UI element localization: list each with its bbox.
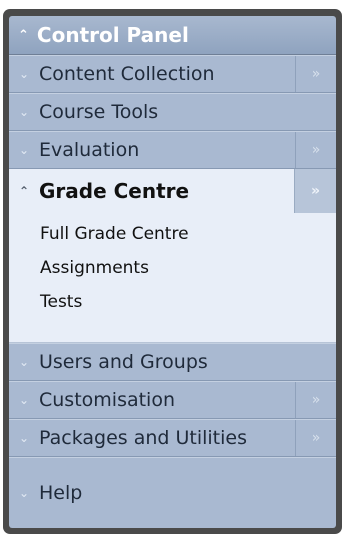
chevron-up-double-icon: ⌃ bbox=[18, 27, 29, 43]
control-panel-header[interactable]: ⌃ Control Panel bbox=[9, 16, 336, 55]
menu-item-label: Course Tools bbox=[39, 101, 159, 123]
control-panel: ⌃ Control Panel ⌄ Content Collection » ⌄… bbox=[9, 16, 336, 528]
control-panel-title: Control Panel bbox=[36, 23, 189, 47]
chevron-down-double-icon: ⌄ bbox=[18, 431, 30, 445]
control-panel-frame: ⌃ Control Panel ⌄ Content Collection » ⌄… bbox=[3, 9, 342, 534]
chevron-down-double-icon: ⌄ bbox=[18, 67, 30, 81]
chevron-down-double-icon: ⌄ bbox=[18, 393, 30, 407]
menu-item-label: Customisation bbox=[39, 389, 176, 411]
menu-item-label: Help bbox=[39, 482, 83, 504]
submenu-item-tests[interactable]: Tests bbox=[9, 285, 336, 319]
submenu-item-assignments[interactable]: Assignments bbox=[9, 251, 336, 285]
menu-item-label: Packages and Utilities bbox=[39, 427, 247, 449]
expand-arrow-icon[interactable]: » bbox=[295, 382, 336, 418]
menu-item-help[interactable]: ⌄ Help bbox=[9, 457, 336, 528]
menu-item-label: Grade Centre bbox=[39, 179, 190, 203]
submenu-item-full-grade-centre[interactable]: Full Grade Centre bbox=[9, 217, 336, 251]
menu-item-grade-centre[interactable]: ⌃ Grade Centre » bbox=[9, 169, 336, 213]
menu-item-content-collection[interactable]: ⌄ Content Collection » bbox=[9, 55, 336, 93]
menu-item-customisation[interactable]: ⌄ Customisation » bbox=[9, 381, 336, 419]
chevron-up-double-icon: ⌃ bbox=[18, 184, 30, 198]
expand-arrow-icon[interactable]: » bbox=[295, 56, 336, 92]
chevron-down-double-icon: ⌄ bbox=[18, 486, 30, 500]
chevron-down-double-icon: ⌄ bbox=[18, 143, 30, 157]
expand-arrow-icon[interactable]: » bbox=[294, 169, 336, 213]
menu-section-grade-centre: ⌃ Grade Centre » Full Grade Centre Assig… bbox=[9, 169, 336, 343]
chevron-down-double-icon: ⌄ bbox=[18, 355, 30, 369]
menu-item-course-tools[interactable]: ⌄ Course Tools bbox=[9, 93, 336, 131]
menu-item-packages-and-utilities[interactable]: ⌄ Packages and Utilities » bbox=[9, 419, 336, 457]
expand-arrow-icon[interactable]: » bbox=[295, 132, 336, 168]
menu-item-label: Evaluation bbox=[39, 139, 140, 161]
chevron-down-double-icon: ⌄ bbox=[18, 105, 30, 119]
grade-centre-submenu: Full Grade Centre Assignments Tests bbox=[9, 213, 336, 319]
menu-item-evaluation[interactable]: ⌄ Evaluation » bbox=[9, 131, 336, 169]
expand-arrow-icon[interactable]: » bbox=[295, 420, 336, 456]
menu-item-label: Users and Groups bbox=[39, 351, 208, 373]
menu-item-label: Content Collection bbox=[39, 63, 215, 85]
menu-item-users-and-groups[interactable]: ⌄ Users and Groups bbox=[9, 343, 336, 381]
